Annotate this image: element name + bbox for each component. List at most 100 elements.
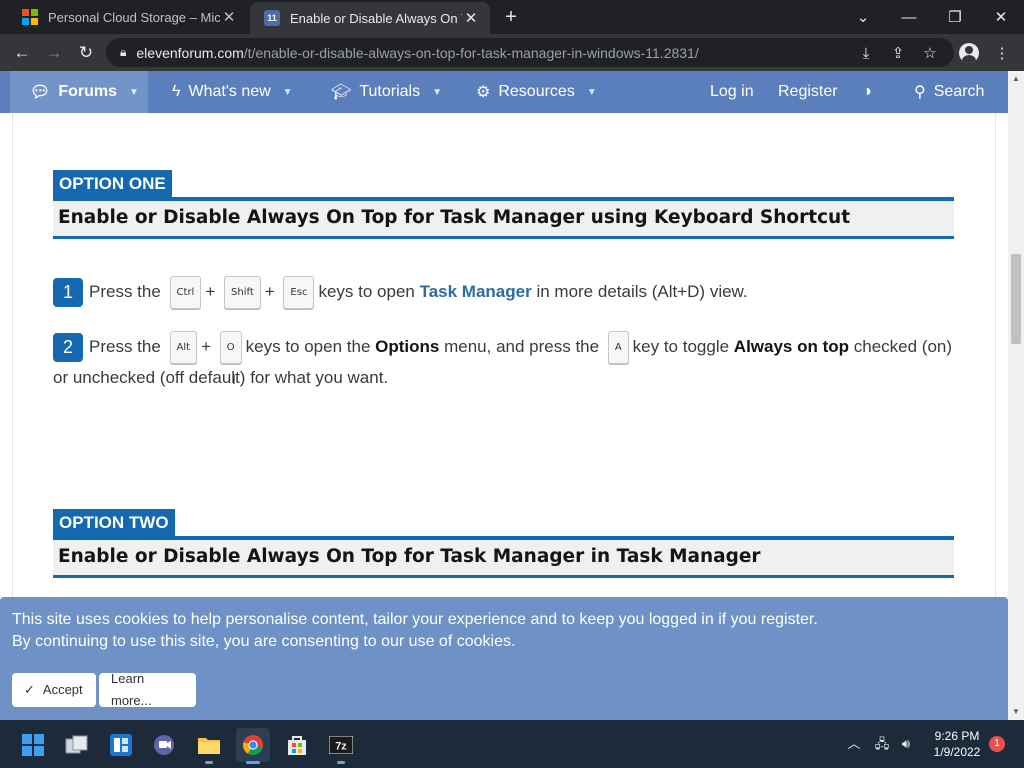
caret-down-icon[interactable]: ▼	[587, 87, 597, 98]
search-label: Search	[933, 83, 985, 100]
nav-tutorials-label: Tutorials	[359, 83, 421, 100]
windows-logo-icon	[22, 734, 44, 756]
restore-button[interactable]: ❐	[932, 0, 978, 34]
register-link[interactable]: Register	[778, 71, 838, 113]
close-icon[interactable]: ✕	[462, 9, 480, 27]
plus-sign: +	[205, 281, 216, 301]
nav-resources-label: Resources	[498, 83, 575, 100]
step-number: 1	[53, 278, 83, 307]
caret-down-icon[interactable]: ▼	[129, 87, 139, 98]
nav-resources[interactable]: ⚙ Resources ▼	[476, 71, 597, 113]
install-icon[interactable]: ⤓	[852, 39, 880, 67]
plus-sign: +	[264, 281, 275, 301]
learn-more-button[interactable]: Learn more...	[99, 671, 196, 708]
bookmark-star-icon[interactable]: ☆	[916, 39, 944, 67]
running-indicator	[205, 761, 213, 764]
address-bar[interactable]: 🔒︎ elevenforum.com/t/enable-or-disable-a…	[106, 38, 954, 67]
search-button[interactable]: ⚲ Search	[914, 71, 984, 113]
tab-title: Personal Cloud Storage – Micros	[48, 9, 220, 25]
menu-dots-icon[interactable]: ⋮	[988, 39, 1016, 67]
style-toggle-icon[interactable]: ◑	[862, 71, 872, 113]
lock-icon[interactable]: 🔒︎	[120, 45, 126, 60]
step-1: 1 Press the Ctrl + Shift + Esc keys to open …	[53, 276, 954, 309]
store-button[interactable]	[280, 728, 314, 762]
option-one-heading: Enable or Disable Always On Top for Task…	[53, 197, 954, 239]
clock-date: 1/9/2022	[933, 745, 981, 759]
task-view-icon	[65, 735, 88, 754]
step-text: keys to open	[318, 281, 415, 301]
tab-personal-cloud-storage[interactable]: Personal Cloud Storage – Micros ✕	[8, 0, 248, 34]
forward-arrow-icon[interactable]: →	[40, 39, 68, 67]
caret-down-icon[interactable]: ▼	[432, 87, 442, 98]
step-text: menu, and press the	[444, 336, 600, 356]
avatar-icon	[959, 43, 979, 63]
elevenforum-icon: 11	[264, 10, 280, 26]
chevron-up-icon[interactable]: ︿	[844, 734, 864, 754]
step-text: keys to open the	[245, 336, 371, 356]
nav-whats-new[interactable]: ϟ What's new ▼	[172, 71, 293, 113]
accept-label: Accept	[42, 682, 83, 697]
accept-button[interactable]: ✓ Accept	[12, 673, 96, 707]
teams-chat-icon	[154, 735, 174, 755]
tab-search-chevron-icon[interactable]: ⌄	[840, 0, 886, 34]
chrome-icon	[242, 735, 263, 756]
step-text: Press the	[89, 336, 161, 356]
tab-enable-disable-always-on-top[interactable]: 11 Enable or Disable Always On Top ✕	[250, 2, 490, 34]
nav-forums-label: Forums	[58, 83, 117, 100]
back-arrow-icon[interactable]: ←	[8, 39, 36, 67]
microsoft-icon	[22, 9, 38, 25]
scroll-thumb[interactable]	[1011, 254, 1021, 344]
svg-text:7z: 7z	[335, 741, 347, 753]
browser-tab-strip: Personal Cloud Storage – Micros ✕ 11 Ena…	[0, 0, 1024, 34]
chat-bubbles-icon: 💬︎	[30, 84, 51, 101]
close-window-button[interactable]: ✕	[978, 0, 1024, 34]
task-manager-link[interactable]: Task Manager	[420, 282, 532, 301]
step-number: 2	[53, 333, 83, 362]
minimize-button[interactable]: —	[886, 0, 932, 34]
share-icon[interactable]: ⇪	[884, 39, 912, 67]
plus-sign: +	[201, 336, 212, 356]
close-icon[interactable]: ✕	[220, 8, 238, 26]
7zip-button[interactable]: 7z	[324, 728, 358, 764]
chrome-button[interactable]	[236, 728, 270, 764]
text-cursor-icon: I	[232, 371, 236, 387]
step-text: in more details (Alt+D) view.	[536, 281, 748, 301]
widgets-button[interactable]	[104, 728, 138, 762]
step-2: 2 Press the Alt + Okeys to open the Option…	[53, 331, 954, 391]
nav-forums[interactable]: 💬︎ Forums ▼	[10, 71, 148, 113]
start-button[interactable]	[16, 728, 50, 762]
cog-icon: ⚙	[476, 84, 491, 101]
key-esc: Esc	[283, 276, 315, 309]
teams-chat-button[interactable]	[148, 728, 182, 762]
login-link[interactable]: Log in	[710, 71, 754, 113]
system-clock[interactable]: 9:26 PM 1/9/2022	[924, 728, 990, 760]
lightning-icon: ϟ	[172, 83, 181, 100]
graduation-cap-icon: 🎓︎	[331, 84, 352, 101]
nav-tutorials[interactable]: 🎓︎ Tutorials ▼	[331, 71, 442, 113]
option-one-tag: OPTION ONE	[53, 170, 172, 198]
store-bag-icon	[288, 736, 306, 755]
checkmark-icon: ✓	[24, 682, 35, 697]
task-view-button[interactable]	[60, 728, 94, 762]
caret-down-icon[interactable]: ▼	[283, 87, 293, 98]
widgets-icon	[110, 734, 132, 756]
reload-icon[interactable]: ↻	[72, 39, 100, 67]
cookie-text-line1: This site uses cookies to help personali…	[12, 611, 818, 628]
scroll-down-arrow-icon[interactable]: ▼	[1008, 704, 1024, 720]
volume-icon[interactable]: 🔊︎	[896, 734, 916, 754]
profile-button[interactable]	[955, 39, 983, 67]
step-text: key to toggle	[632, 336, 730, 356]
page-scrollbar[interactable]: ▲ ▼	[1008, 71, 1024, 720]
key-shift: Shift	[224, 276, 261, 309]
file-explorer-button[interactable]	[192, 728, 226, 764]
cookie-text-line2: By continuing to use this site, you are …	[12, 633, 516, 650]
notification-badge[interactable]: 1	[989, 736, 1005, 752]
site-navigation: 💬︎ Forums ▼ ϟ What's new ▼ 🎓︎ Tutorials …	[0, 71, 1008, 113]
windows-taskbar: 7z ︿ 🖧︎ 🔊︎ 9:26 PM 1/9/2022	[0, 720, 1024, 768]
new-tab-button[interactable]: +	[498, 4, 524, 30]
always-on-top-label: Always on top	[733, 336, 850, 356]
options-menu-label: Options	[375, 336, 440, 356]
scroll-up-arrow-icon[interactable]: ▲	[1008, 71, 1024, 87]
url-host: elevenforum.com	[136, 44, 244, 61]
network-icon[interactable]: 🖧︎	[872, 734, 892, 754]
